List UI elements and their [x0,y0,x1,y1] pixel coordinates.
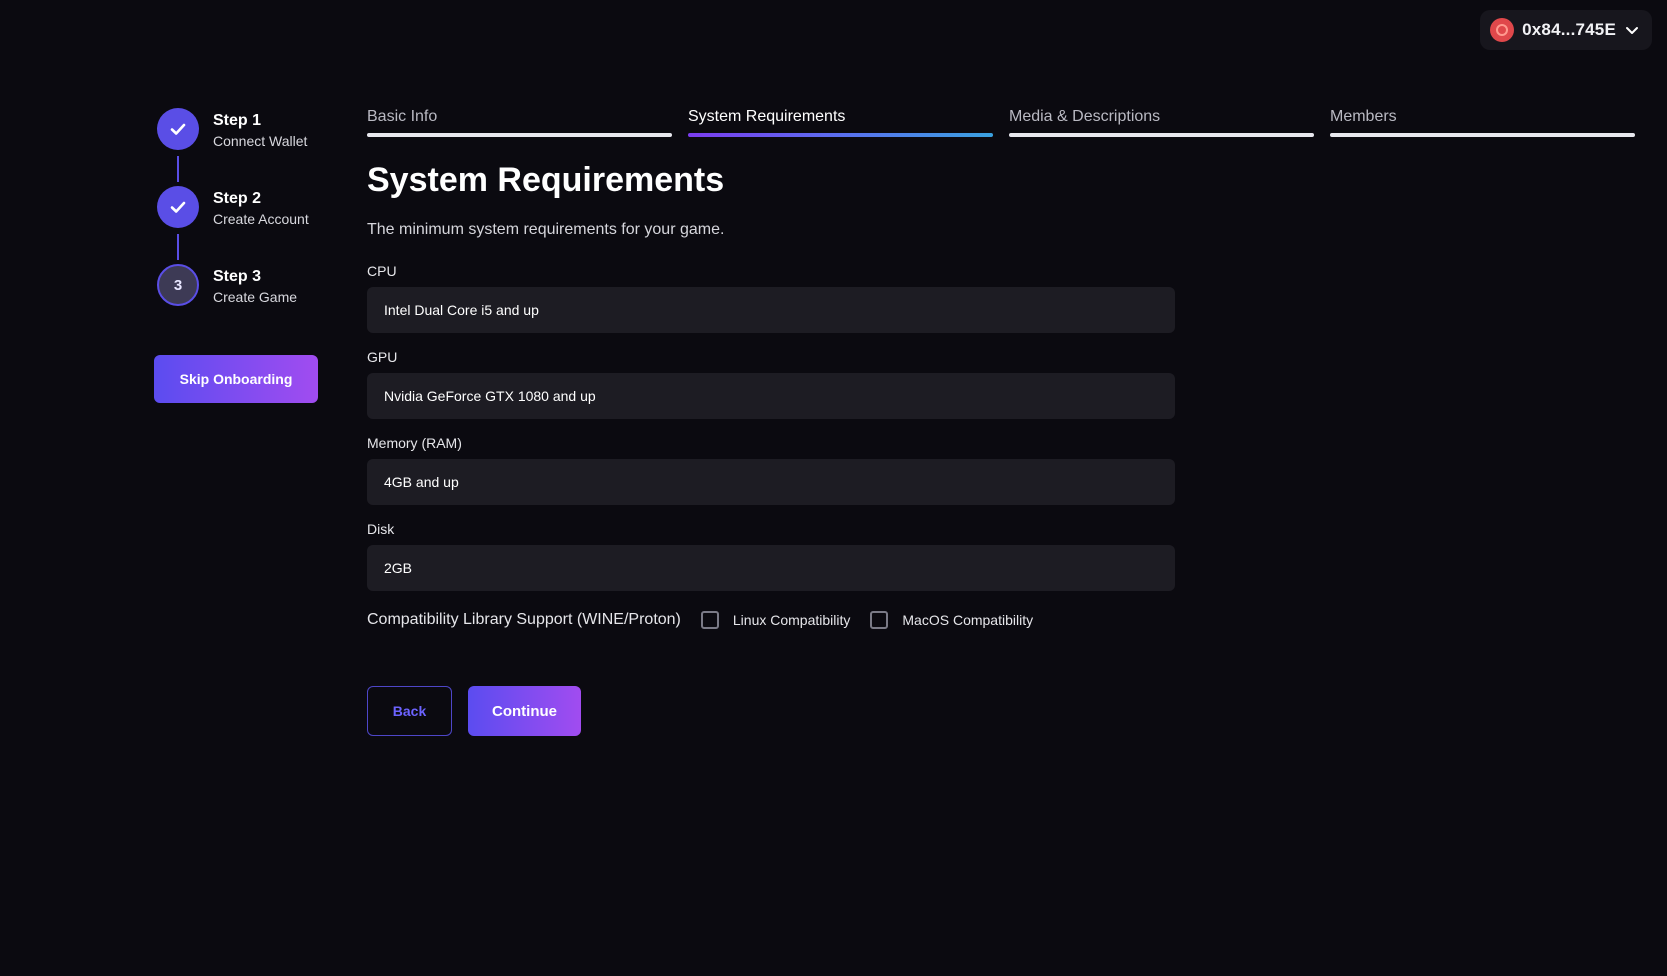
wallet-address: 0x84...745E [1522,20,1616,39]
form-actions: Back Continue [367,686,1175,736]
macos-compatibility-label: MacOS Compatibility [902,612,1034,628]
step-1-complete-indicator [157,108,199,150]
disk-field-group: Disk [367,520,1175,591]
step-title: Step 3 [213,268,262,285]
continue-button[interactable]: Continue [468,686,581,736]
tab-system-requirements[interactable]: System Requirements [688,104,993,137]
tab-basic-info[interactable]: Basic Info [367,104,672,137]
cpu-field-group: CPU [367,262,1175,333]
onboarding-page: 0x84...745E Step 1 Connect Wallet Step 2… [0,0,1667,976]
tab-progress-bar [688,133,993,137]
compatibility-row: Compatibility Library Support (WINE/Prot… [367,608,1175,632]
gpu-input[interactable] [367,373,1175,419]
step-create-game: 3 Step 3 Create Game [157,264,309,342]
step-title: Step 1 [213,112,262,129]
step-2-complete-indicator [157,186,199,228]
step-create-account: Step 2 Create Account [157,186,309,264]
step-subtitle: Connect Wallet [213,133,308,149]
back-button[interactable]: Back [367,686,452,736]
tab-media-descriptions[interactable]: Media & Descriptions [1009,104,1314,137]
tab-label: Basic Info [367,108,438,125]
step-connect-wallet: Step 1 Connect Wallet [157,108,309,186]
disk-input[interactable] [367,545,1175,591]
macos-compatibility-checkbox[interactable] [870,611,889,629]
onboarding-tabs: Basic Info System Requirements Media & D… [367,104,1635,137]
memory-input[interactable] [367,459,1175,505]
tab-progress-bar [1330,133,1635,137]
tab-label: Members [1330,108,1397,125]
memory-label: Memory (RAM) [367,435,462,451]
step-connector [177,156,179,182]
tab-label: System Requirements [688,108,846,125]
check-icon [170,123,186,135]
tab-progress-bar [367,133,672,137]
memory-field-group: Memory (RAM) [367,434,1175,505]
linux-compatibility-label: Linux Compatibility [732,612,851,628]
tab-label: Media & Descriptions [1009,108,1161,125]
step-subtitle: Create Game [213,289,298,305]
check-icon [170,201,186,213]
onboarding-stepper: Step 1 Connect Wallet Step 2 Create Acco… [157,108,309,342]
gpu-field-group: GPU [367,348,1175,419]
tab-members[interactable]: Members [1330,104,1635,137]
page-description: The minimum system requirements for your… [367,221,725,238]
page-title: System Requirements [367,161,725,199]
step-title: Step 2 [213,190,262,207]
macos-compatibility-option[interactable]: MacOS Compatibility [870,611,1033,629]
skip-onboarding-button[interactable]: Skip Onboarding [154,355,318,403]
disk-label: Disk [367,521,395,537]
tab-progress-bar [1009,133,1314,137]
step-connector [177,234,179,260]
step-3-current-indicator: 3 [157,264,199,306]
chevron-down-icon [1626,27,1638,34]
linux-compatibility-option[interactable]: Linux Compatibility [700,611,851,629]
step-subtitle: Create Account [213,211,309,227]
compatibility-label: Compatibility Library Support (WINE/Prot… [367,611,681,628]
cpu-label: CPU [367,263,397,279]
linux-compatibility-checkbox[interactable] [700,611,719,629]
system-requirements-form: System Requirements The minimum system r… [367,152,1175,736]
gpu-label: GPU [367,349,398,365]
cpu-input[interactable] [367,287,1175,333]
wallet-avatar-icon [1490,18,1515,42]
wallet-menu-button[interactable]: 0x84...745E [1480,10,1652,50]
